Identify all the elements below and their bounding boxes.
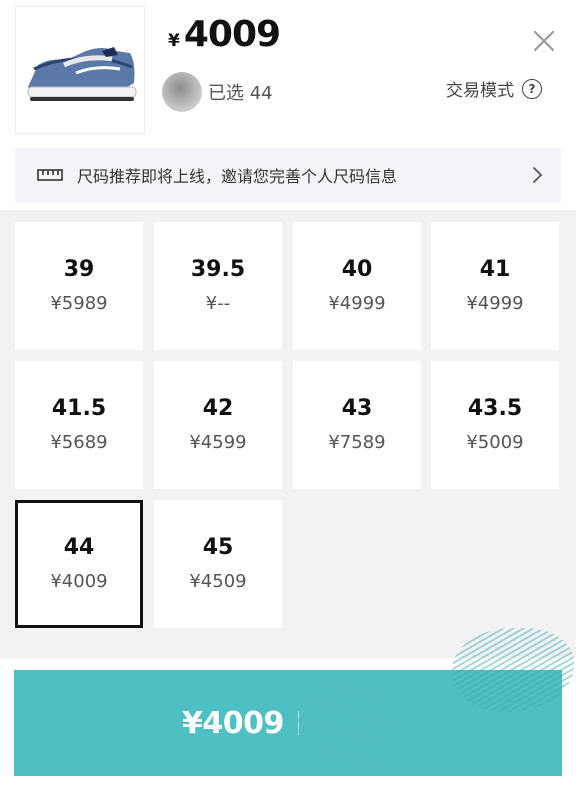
size-option-40[interactable]: 40 ¥4999: [293, 222, 421, 350]
current-price: ¥ 4009: [168, 14, 281, 55]
size-option-41[interactable]: 41 ¥4999: [431, 222, 559, 350]
size-price: ¥4599: [189, 432, 247, 453]
product-image: [15, 6, 145, 134]
size-label: 43.5: [467, 396, 523, 421]
size-label: 44: [63, 535, 95, 560]
chevron-right-icon: [533, 167, 543, 183]
size-option-39[interactable]: 39 ¥5989: [15, 222, 143, 350]
size-label: 39: [63, 257, 95, 282]
size-price: ¥5689: [50, 432, 108, 453]
close-icon: [533, 30, 555, 52]
help-icon[interactable]: ?: [522, 78, 542, 99]
size-price: ¥4999: [466, 293, 524, 314]
size-label: 41.5: [51, 396, 107, 421]
header: ¥ 4009 已选 44 交易模式 ?: [0, 0, 576, 148]
size-grid: 39 ¥5989 39.5 ¥-- 40 ¥4999 41 ¥4999 41.5…: [0, 210, 576, 658]
trade-mode-label: 交易模式: [446, 81, 514, 101]
currency-symbol: ¥: [168, 31, 180, 51]
size-option-39-5[interactable]: 39.5 ¥--: [154, 222, 282, 350]
size-price: ¥4509: [189, 571, 247, 592]
size-price: ¥4009: [50, 571, 108, 592]
buy-button[interactable]: ¥4009: [14, 670, 562, 776]
size-price: ¥4999: [328, 293, 386, 314]
sneaker-image: [27, 47, 137, 101]
size-price: ¥5989: [50, 293, 108, 314]
size-label: 45: [202, 535, 234, 560]
selected-size-label: 已选 44: [208, 83, 273, 104]
ruler-icon: [37, 169, 63, 181]
redacted-avatar: [162, 72, 202, 112]
size-price: ¥7589: [328, 432, 386, 453]
close-button[interactable]: [527, 24, 561, 58]
size-price: ¥5009: [466, 432, 524, 453]
price-value: 4009: [183, 14, 281, 55]
size-recommend-banner[interactable]: 尺码推荐即将上线，邀请您完善个人尺码信息: [15, 148, 561, 202]
size-option-43-5[interactable]: 43.5 ¥5009: [431, 361, 559, 489]
banner-text: 尺码推荐即将上线，邀请您完善个人尺码信息: [77, 167, 398, 186]
size-option-42[interactable]: 42 ¥4599: [154, 361, 282, 489]
size-option-41-5[interactable]: 41.5 ¥5689: [15, 361, 143, 489]
size-label: 39.5: [190, 257, 246, 282]
buy-button-divider: [297, 711, 299, 735]
size-option-44[interactable]: 44 ¥4009: [15, 500, 143, 628]
size-option-45[interactable]: 45 ¥4509: [154, 500, 282, 628]
size-option-43[interactable]: 43 ¥7589: [293, 361, 421, 489]
trade-mode-button[interactable]: 交易模式 ?: [446, 76, 542, 101]
size-label: 40: [341, 257, 373, 282]
size-label: 41: [479, 257, 511, 282]
size-label: 42: [202, 396, 234, 421]
size-label: 43: [341, 396, 373, 421]
buy-button-price: ¥4009: [182, 705, 284, 741]
selected-size-row: 已选 44: [162, 72, 273, 112]
size-price: ¥--: [205, 293, 231, 314]
